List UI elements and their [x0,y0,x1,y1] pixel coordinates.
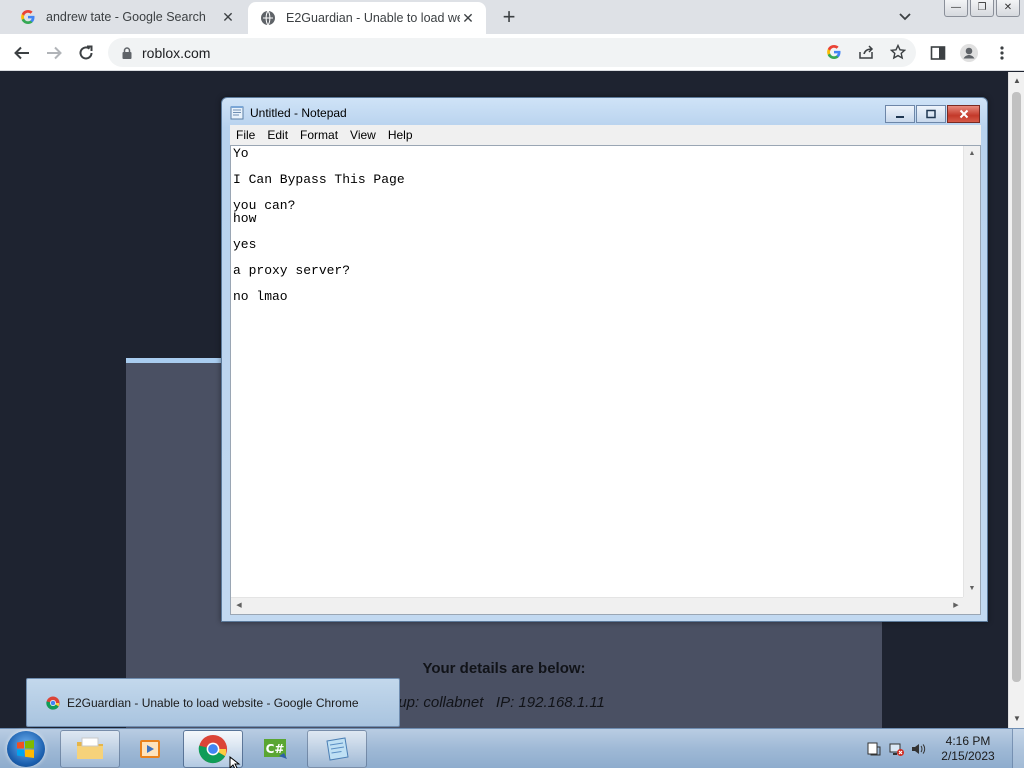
media-player-icon [140,740,160,758]
tab-title: E2Guardian - Unable to load website - Go… [286,11,460,25]
svg-text:C#: C# [266,742,285,756]
maximize-icon[interactable] [916,105,946,123]
clock-time: 4:16 PM [945,734,991,748]
text-line [233,225,405,238]
google-lens-icon[interactable] [825,43,843,61]
tab-close-icon[interactable]: ✕ [220,9,236,25]
menu-edit[interactable]: Edit [261,128,294,142]
system-tray: 4:16 PM 2/15/2023 [858,729,1024,768]
tab-title: andrew tate - Google Search [46,10,206,24]
scroll-left-icon[interactable]: ◀ [231,598,247,614]
kebab-menu-icon[interactable] [991,42,1013,64]
globe-icon [260,10,276,26]
scroll-down-icon[interactable]: ▼ [1012,714,1022,724]
scroll-right-icon[interactable]: ▶ [948,598,964,614]
taskbar-preview-tooltip[interactable]: E2Guardian - Unable to load website - Go… [26,678,400,727]
clock-date: 2/15/2023 [941,749,995,763]
menu-view[interactable]: View [344,128,382,142]
scrollbar-corner [963,597,980,614]
text-line: you can? [233,198,296,213]
scroll-down-icon[interactable]: ▼ [964,581,980,597]
bookmark-star-icon[interactable] [889,43,907,61]
start-button[interactable] [7,731,45,767]
notepad-icon [326,737,349,761]
windows-logo-icon [17,740,34,758]
share-icon[interactable] [857,43,875,61]
taskbar-media-player-button[interactable] [121,730,179,768]
taskbar: C# 4:16 PM 2/15/2023 [0,728,1024,768]
forward-arrow-icon [47,46,62,60]
lock-icon [122,46,132,59]
action-center-icon[interactable] [866,741,882,757]
show-desktop-button[interactable] [1012,729,1024,768]
scroll-up-icon[interactable]: ▲ [964,146,980,162]
notepad-vertical-scrollbar[interactable]: ▲ ▼ [963,146,980,597]
folder-icon [77,737,103,759]
csharp-icon: C# [264,739,287,759]
back-arrow-icon [14,46,29,60]
reload-button[interactable] [74,41,98,65]
tab-close-icon[interactable]: ✕ [460,10,476,26]
chrome-icon [198,734,228,764]
taskbar-notepad-button[interactable] [307,730,367,768]
clock[interactable]: 4:16 PM 2/15/2023 [934,734,1002,764]
text-line: yes [233,237,257,252]
page-scrollbar[interactable]: ▲ ▼ [1008,72,1024,728]
google-icon [20,9,36,25]
volume-icon[interactable] [910,741,926,757]
text-line: a proxy server? [233,263,351,278]
text-line: Yo [233,146,249,161]
notepad-horizontal-scrollbar[interactable]: ◀ ▶ [231,597,964,614]
close-icon[interactable]: ✕ [996,0,1020,17]
reload-icon [79,45,93,60]
tab-e2guardian[interactable]: E2Guardian - Unable to load website - Go… [248,2,486,34]
browser-toolbar: roblox.com [0,34,1024,71]
scroll-up-icon[interactable]: ▲ [1012,76,1022,86]
text-line: I Can Bypass This Page [233,172,405,187]
chrome-icon [46,695,60,710]
notepad-window[interactable]: Untitled - Notepad File Edit Format View… [221,97,988,622]
window-controls: — ❐ ✕ [944,0,1020,18]
preview-title: E2Guardian - Unable to load website - Go… [67,695,359,710]
close-icon[interactable] [947,105,980,123]
network-disconnected-icon[interactable] [889,741,905,757]
text-line: how [233,211,257,226]
address-bar[interactable]: roblox.com [108,38,916,67]
text-line: no lmao [233,289,288,304]
url-text: roblox.com [142,44,211,61]
notepad-menubar: File Edit Format View Help [230,125,981,145]
minimize-icon[interactable] [885,105,915,123]
tab-google-search[interactable]: andrew tate - Google Search ✕ [8,0,246,34]
chevron-down-icon[interactable] [895,8,915,26]
notepad-content[interactable]: Yo I Can Bypass This Page you can? how y… [233,147,405,303]
profile-avatar-icon[interactable] [958,42,980,64]
menu-file[interactable]: File [230,128,261,142]
menu-format[interactable]: Format [294,128,344,142]
taskbar-csharp-button[interactable]: C# [246,730,306,768]
notepad-text-area[interactable]: Yo I Can Bypass This Page you can? how y… [230,145,981,615]
restore-icon[interactable]: ❐ [970,0,994,17]
notepad-title: Untitled - Notepad [250,105,347,120]
side-panel-icon[interactable] [927,42,949,64]
tab-strip: andrew tate - Google Search ✕ E2Guardian… [0,0,1024,34]
details-heading: Your details are below: [422,660,586,677]
notepad-titlebar[interactable]: Untitled - Notepad [230,105,347,120]
menu-help[interactable]: Help [382,128,419,142]
forward-button[interactable] [42,41,66,65]
minimize-icon[interactable]: — [944,0,968,17]
mouse-cursor-icon [229,756,241,768]
notepad-icon [230,106,244,120]
back-button[interactable] [10,41,34,65]
taskbar-explorer-button[interactable] [60,730,120,768]
notepad-window-controls [885,105,980,123]
details-text: oup: collabnet IP: 192.168.1.11 [390,694,605,711]
new-tab-button[interactable]: + [497,6,521,30]
scroll-thumb[interactable] [1012,92,1021,682]
